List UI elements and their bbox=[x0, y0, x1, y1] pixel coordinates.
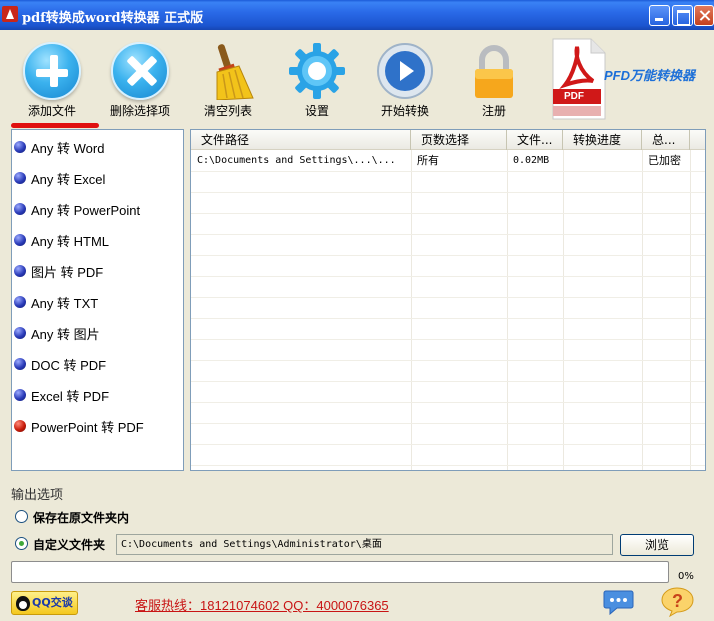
mode-label: Any 转 Word bbox=[31, 140, 105, 156]
bullet-icon bbox=[14, 296, 26, 308]
cell-size: 0.02MB bbox=[513, 155, 550, 166]
remove-icon bbox=[111, 42, 169, 100]
original-folder-label[interactable]: 保存在原文件夹内 bbox=[33, 509, 129, 526]
mode-item[interactable]: PowerPoint 转 PDF bbox=[14, 416, 144, 436]
selected-bullet-icon bbox=[14, 420, 26, 432]
browse-button[interactable]: 浏览 bbox=[620, 534, 694, 556]
mode-label: Any 转 图片 bbox=[31, 326, 100, 342]
app-icon[interactable] bbox=[2, 6, 18, 22]
cell-total: 已加密 bbox=[648, 154, 681, 167]
mode-label: Any 转 Excel bbox=[31, 171, 106, 187]
mode-label: DOC 转 PDF bbox=[31, 357, 107, 373]
mode-label: Any 转 PowerPoint bbox=[31, 202, 141, 218]
title-bar: pdf转换成word转换器 正式版 bbox=[0, 0, 714, 30]
output-options-title: 输出选项 bbox=[11, 488, 64, 503]
col-header-total[interactable]: 总... bbox=[642, 130, 690, 150]
add-icon bbox=[23, 42, 81, 100]
file-table: 文件路径 页数选择 文件... 转换进度 总... C:\Documents a… bbox=[190, 129, 706, 471]
window-title: pdf转换成word转换器 正式版 bbox=[22, 11, 204, 26]
broom-icon bbox=[199, 42, 257, 101]
settings-button[interactable]: 设置 bbox=[275, 30, 359, 122]
conversion-mode-list: Any 转 Word Any 转 Excel Any 转 PowerPoint Any… bbox=[11, 129, 184, 471]
add-file-button[interactable]: 添加文件 bbox=[10, 30, 94, 122]
hotline-link[interactable]: 客服热线：18121074602 QQ：4000076365 bbox=[135, 595, 389, 614]
close-button[interactable] bbox=[694, 5, 714, 26]
mode-item[interactable]: Any 转 TXT bbox=[14, 292, 98, 312]
mode-label: Any 转 TXT bbox=[31, 295, 99, 311]
bullet-icon bbox=[14, 234, 26, 246]
cell-progress bbox=[563, 151, 642, 171]
col-header-size[interactable]: 文件... bbox=[507, 130, 563, 150]
bullet-icon bbox=[14, 141, 26, 153]
maximize-button[interactable] bbox=[672, 5, 693, 26]
qq-chat-button[interactable]: QQ交谈 bbox=[11, 591, 78, 615]
minimize-button[interactable] bbox=[649, 5, 670, 26]
svg-text:?: ? bbox=[672, 591, 683, 611]
col-header-path[interactable]: 文件路径 bbox=[191, 130, 411, 150]
gear-icon bbox=[288, 42, 346, 100]
col-header-pages[interactable]: 页数选择 bbox=[411, 130, 507, 150]
mode-item[interactable]: Any 转 HTML bbox=[14, 230, 109, 250]
start-convert-button[interactable]: 开始转换 bbox=[363, 30, 447, 122]
remove-selected-label: 删除选择项 bbox=[109, 104, 170, 118]
toolbar: 添加文件 删除选择项 清空列表 设置 开始转换 注册 PDF PFD万能转换器 bbox=[0, 30, 714, 128]
clear-list-button[interactable]: 清空列表 bbox=[186, 30, 270, 122]
bullet-icon bbox=[14, 203, 26, 215]
output-path-field[interactable]: C:\Documents and Settings\Administrator\… bbox=[116, 534, 613, 555]
brand-logo: PDF bbox=[549, 35, 609, 121]
mode-item[interactable]: DOC 转 PDF bbox=[14, 354, 106, 374]
cell-path: C:\Documents and Settings\...\... bbox=[197, 155, 396, 166]
bullet-icon bbox=[14, 265, 26, 277]
bullet-icon bbox=[14, 358, 26, 370]
play-icon bbox=[376, 42, 434, 100]
add-file-label: 添加文件 bbox=[27, 104, 76, 118]
mode-item[interactable]: Any 转 Word bbox=[14, 137, 104, 157]
brand-name: PFD万能转换器 bbox=[604, 68, 696, 83]
custom-folder-label[interactable]: 自定义文件夹 bbox=[33, 536, 105, 553]
mode-item[interactable]: Any 转 Excel bbox=[14, 168, 105, 188]
progress-percent: 0% bbox=[678, 571, 694, 582]
help-icon[interactable]: ? bbox=[661, 587, 694, 618]
start-convert-label: 开始转换 bbox=[380, 104, 429, 118]
radio-custom-folder[interactable] bbox=[15, 537, 28, 550]
mode-item[interactable]: Any 转 PowerPoint bbox=[14, 199, 140, 219]
col-header-progress[interactable]: 转换进度 bbox=[563, 130, 642, 150]
bullet-icon bbox=[14, 172, 26, 184]
bullet-icon bbox=[14, 327, 26, 339]
table-row[interactable]: C:\Documents and Settings\...\... 所有 0.0… bbox=[191, 151, 705, 171]
mode-label: 图片 转 PDF bbox=[31, 264, 104, 280]
qq-chat-label: QQ交谈 bbox=[32, 596, 73, 609]
mode-item[interactable]: Excel 转 PDF bbox=[14, 385, 109, 405]
mode-label: PowerPoint 转 PDF bbox=[31, 419, 144, 435]
chat-bubble-icon[interactable] bbox=[603, 590, 634, 616]
radio-original-folder[interactable] bbox=[15, 510, 28, 523]
pdf-badge-label: PDF bbox=[564, 91, 584, 102]
table-header: 文件路径 页数选择 文件... 转换进度 总... bbox=[191, 130, 705, 150]
progress-bar bbox=[11, 561, 669, 583]
bullet-icon bbox=[14, 389, 26, 401]
mode-item[interactable]: 图片 转 PDF bbox=[14, 261, 103, 281]
register-label: 注册 bbox=[481, 104, 506, 118]
clear-list-label: 清空列表 bbox=[203, 104, 252, 118]
mode-label: Excel 转 PDF bbox=[31, 388, 110, 404]
settings-label: 设置 bbox=[304, 104, 329, 118]
penguin-icon bbox=[16, 596, 30, 611]
mode-item[interactable]: Any 转 图片 bbox=[14, 323, 100, 343]
remove-selected-button[interactable]: 删除选择项 bbox=[98, 30, 182, 122]
lock-icon bbox=[465, 42, 523, 100]
mode-label: Any 转 HTML bbox=[31, 233, 110, 249]
red-underline-annotation bbox=[11, 123, 99, 128]
cell-pages: 所有 bbox=[417, 154, 439, 167]
register-button[interactable]: 注册 bbox=[452, 30, 536, 122]
